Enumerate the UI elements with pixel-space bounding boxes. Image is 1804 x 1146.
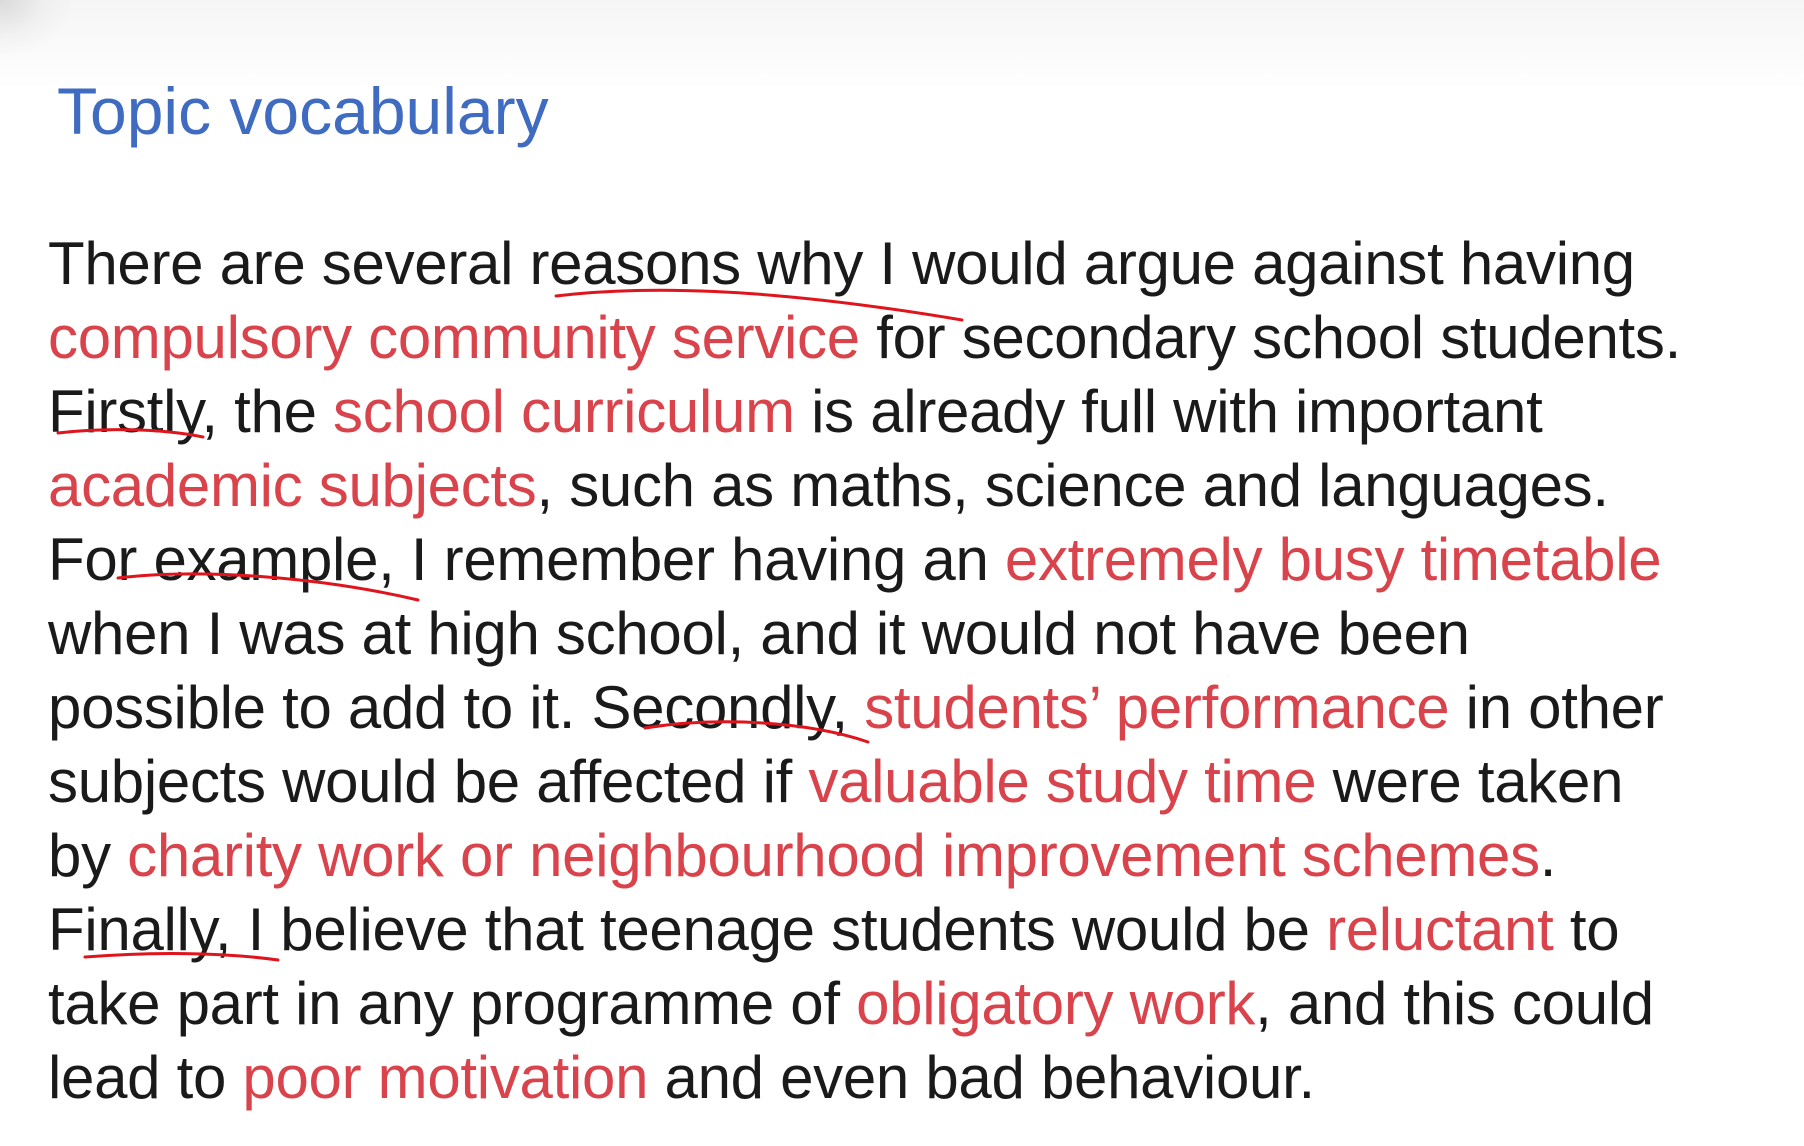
paragraph-line: lead to poor motivation and even bad beh… [48, 1041, 1681, 1115]
body-text: by [48, 822, 128, 889]
body-text: , I remember having an [378, 526, 1005, 593]
body-text: , such as maths, science and languages. [536, 452, 1609, 519]
vocabulary-term: valuable study time [808, 748, 1317, 815]
body-text: take part in any programme of [48, 970, 857, 1037]
paragraph-line: academic subjects, such as maths, scienc… [48, 449, 1681, 523]
essay-paragraph: There are several reasons why I would ar… [48, 227, 1681, 1115]
body-text: Firstly [48, 378, 202, 445]
body-text: when I was at high school, and it would … [48, 600, 1470, 667]
paragraph-line: subjects would be affected if valuable s… [48, 745, 1681, 819]
body-text: , [831, 674, 865, 741]
body-text: Secondly [591, 674, 832, 741]
body-text: why I would argue against having [740, 230, 1635, 297]
vocabulary-term: academic subjects [48, 452, 537, 519]
vocabulary-term: extremely busy timetable [1004, 526, 1662, 593]
paragraph-line: There are several reasons why I would ar… [48, 227, 1681, 301]
vocabulary-term: compulsory community service [48, 304, 860, 371]
vocabulary-term: reluctant [1326, 896, 1554, 963]
body-text: for secondary school students. [859, 304, 1681, 371]
body-text: to [1553, 896, 1620, 963]
body-text: There are several [48, 230, 530, 297]
body-text: is already full with important [794, 378, 1543, 445]
body-text: were taken [1316, 748, 1624, 815]
body-text: For example [48, 526, 379, 593]
paragraph-line: For example, I remember having an extrem… [48, 523, 1681, 597]
body-text: . [1539, 822, 1557, 889]
paragraph-line: possible to add to it. Secondly, student… [48, 671, 1681, 745]
paragraph-line: take part in any programme of obligatory… [48, 967, 1681, 1041]
vocabulary-term: school curriculum [333, 378, 795, 445]
corner-shadow [0, 0, 70, 55]
body-text: Finally, I [48, 896, 264, 963]
body-text: believe that teenage students would be [263, 896, 1327, 963]
paragraph-line: Firstly, the school curriculum is alread… [48, 375, 1681, 449]
body-text: in other [1449, 674, 1664, 741]
body-text: lead to [48, 1044, 243, 1111]
vocabulary-term: obligatory work [856, 970, 1256, 1037]
paragraph-line: compulsory community service for seconda… [48, 301, 1681, 375]
page-title: Topic vocabulary [57, 74, 549, 148]
vocabulary-term: students’ performance [864, 674, 1450, 741]
vocabulary-term: poor motivation [242, 1044, 649, 1111]
paragraph-line: when I was at high school, and it would … [48, 597, 1681, 671]
body-text: reasons [529, 230, 742, 297]
body-text: subjects would be affected if [48, 748, 809, 815]
paragraph-line: by charity work or neighbourhood improve… [48, 819, 1681, 893]
body-text: possible to add to it. [48, 674, 592, 741]
body-text: , the [201, 378, 334, 445]
body-text: , and this could [1255, 970, 1654, 1037]
vocabulary-term: charity work or neighbourhood improvemen… [127, 822, 1540, 889]
body-text: and even bad behaviour. [648, 1044, 1316, 1111]
paragraph-line: Finally, I believe that teenage students… [48, 893, 1681, 967]
